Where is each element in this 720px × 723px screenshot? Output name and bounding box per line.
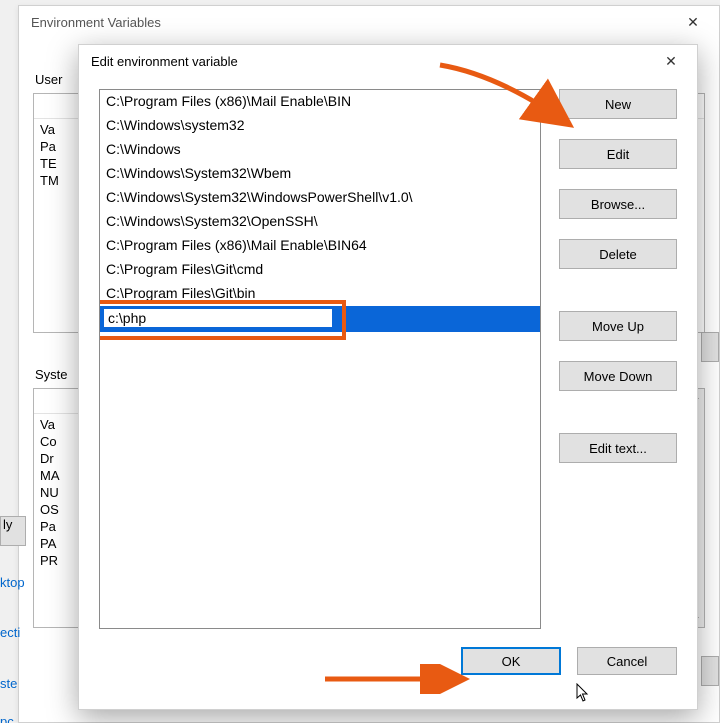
env-title: Environment Variables: [31, 15, 161, 30]
edit-text-button[interactable]: Edit text...: [559, 433, 677, 463]
path-item[interactable]: C:\Windows\system32: [100, 114, 540, 138]
side-buttons: New Edit Browse... Delete Move Up Move D…: [559, 89, 677, 629]
browse-button[interactable]: Browse...: [559, 189, 677, 219]
partial-button[interactable]: [701, 332, 719, 362]
left-link-pc[interactable]: pc: [0, 714, 14, 723]
left-link-system[interactable]: ste: [0, 676, 17, 691]
path-item-editing[interactable]: [100, 306, 540, 332]
apply-fragment-button[interactable]: ly: [0, 516, 26, 546]
edit-dialog-titlebar: Edit environment variable ✕: [79, 45, 697, 77]
ok-button[interactable]: OK: [461, 647, 561, 675]
left-link-connections[interactable]: ecti: [0, 625, 20, 640]
cancel-button[interactable]: Cancel: [577, 647, 677, 675]
new-button[interactable]: New: [559, 89, 677, 119]
path-list[interactable]: C:\Program Files (x86)\Mail Enable\BINC:…: [99, 89, 541, 629]
path-item[interactable]: C:\Windows\System32\OpenSSH\: [100, 210, 540, 234]
left-link-desktop[interactable]: ktop: [0, 575, 25, 590]
move-down-button[interactable]: Move Down: [559, 361, 677, 391]
edit-env-variable-dialog: Edit environment variable ✕ C:\Program F…: [78, 44, 698, 710]
path-item[interactable]: C:\Windows\System32\WindowsPowerShell\v1…: [100, 186, 540, 210]
path-edit-input[interactable]: [103, 308, 333, 328]
env-titlebar: Environment Variables ✕: [19, 6, 719, 38]
close-icon[interactable]: ✕: [651, 47, 691, 75]
edit-button[interactable]: Edit: [559, 139, 677, 169]
dialog-bottom-bar: OK Cancel: [99, 647, 677, 675]
path-item[interactable]: C:\Program Files\Git\bin: [100, 282, 540, 306]
close-icon[interactable]: ✕: [673, 8, 713, 36]
move-up-button[interactable]: Move Up: [559, 311, 677, 341]
path-item[interactable]: C:\Program Files (x86)\Mail Enable\BIN64: [100, 234, 540, 258]
partial-button[interactable]: [701, 656, 719, 686]
path-item[interactable]: C:\Windows: [100, 138, 540, 162]
edit-dialog-title: Edit environment variable: [91, 54, 238, 69]
delete-button[interactable]: Delete: [559, 239, 677, 269]
path-item[interactable]: C:\Program Files (x86)\Mail Enable\BIN: [100, 90, 540, 114]
path-item[interactable]: C:\Program Files\Git\cmd: [100, 258, 540, 282]
path-item[interactable]: C:\Windows\System32\Wbem: [100, 162, 540, 186]
